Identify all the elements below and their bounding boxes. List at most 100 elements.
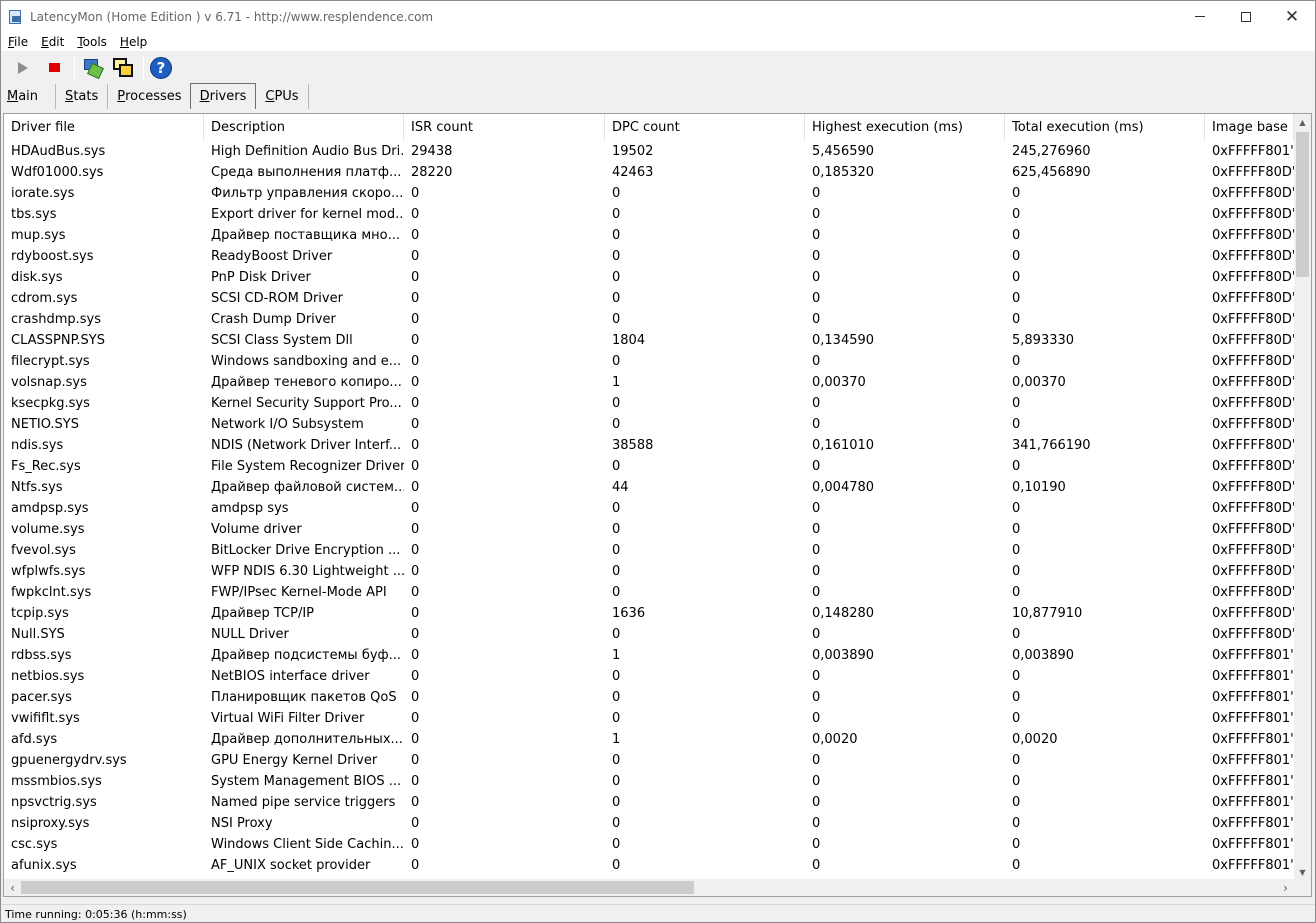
column-header[interactable]: Highest execution (ms) <box>805 114 1005 141</box>
table-cell: 0 <box>1012 522 1021 537</box>
column-header[interactable]: Image base <box>1205 114 1294 141</box>
stop-button[interactable] <box>40 54 68 82</box>
tab-processes[interactable]: Processes <box>108 84 192 109</box>
table-row[interactable]: Null.SYS NULL Driver 0 0 0 0 0xFFFFF80D' <box>4 624 1294 645</box>
table-cell: 0 <box>812 207 821 222</box>
menu-file[interactable]: File <box>6 35 30 49</box>
table-row[interactable]: pacer.sys Планировщик пакетов QoS 0 0 0 0 0xFF… <box>4 687 1294 708</box>
tool-button[interactable] <box>78 54 106 82</box>
menu-tools[interactable]: Tools <box>75 35 109 49</box>
table-cell: 0 <box>612 354 621 369</box>
table-row[interactable]: NETIO.SYS Network I/O Subsystem 0 0 0 0 0xFFFF… <box>4 414 1294 435</box>
column-header[interactable]: Driver file <box>4 114 204 141</box>
table-row[interactable]: HDAudBus.sys High Definition Audio Bus Dr… <box>4 141 1294 162</box>
table-row[interactable]: npsvctrig.sys Named pipe service triggers… <box>4 792 1294 813</box>
scroll-right-icon[interactable]: › <box>1277 879 1294 896</box>
table-cell: 0 <box>411 270 420 285</box>
table-row[interactable]: afd.sys Драйвер дополнительных... 0 1 0,0020… <box>4 729 1294 750</box>
table-row[interactable]: cdrom.sys SCSI CD-ROM Driver 0 0 0 0 0xFFFFF80… <box>4 288 1294 309</box>
table-row[interactable]: csc.sys Windows Client Side Cachin... 0 0 0 0… <box>4 834 1294 855</box>
table-row[interactable]: mup.sys Драйвер поставщика мно... 0 0 0 0 0xFF… <box>4 225 1294 246</box>
table-cell: 0xFFFFF80D' <box>1212 186 1294 201</box>
table-cell: Network I/O Subsystem <box>211 417 364 432</box>
table-row[interactable]: vwififlt.sys Virtual WiFi Filter Driver 0 0… <box>4 708 1294 729</box>
table-row[interactable]: fwpkclnt.sys FWP/IPsec Kernel-Mode API 0 0 0… <box>4 582 1294 603</box>
table-cell: 0xFFFFF80D' <box>1212 543 1294 558</box>
table-row[interactable]: fvevol.sys BitLocker Drive Encryption ...… <box>4 540 1294 561</box>
horizontal-scroll-thumb[interactable] <box>21 881 694 894</box>
column-header[interactable]: DPC count <box>605 114 805 141</box>
table-row[interactable]: gpuenergydrv.sys GPU Energy Kernel Driver… <box>4 750 1294 771</box>
table-cell: 0 <box>411 207 420 222</box>
table-cell: volsnap.sys <box>11 375 87 390</box>
table-row[interactable]: iorate.sys Фильтр управления скоро... 0 0 0 0… <box>4 183 1294 204</box>
table-row[interactable]: nsiproxy.sys NSI Proxy 0 0 0 0 0xFFFFF801'8 <box>4 813 1294 834</box>
table-cell: 0xFFFFF801'8 <box>1212 816 1294 831</box>
tab-drivers[interactable]: Drivers <box>189 83 257 109</box>
table-row[interactable]: tcpip.sys Драйвер TCP/IP 0 1636 0,148280 10,8… <box>4 603 1294 624</box>
table-row[interactable]: mssmbios.sys System Management BIOS ... 0 0… <box>4 771 1294 792</box>
table-row[interactable]: Ntfs.sys Драйвер файловой систем... 0 44 0,0… <box>4 477 1294 498</box>
table-cell: 0,161010 <box>812 438 875 453</box>
table-row[interactable]: disk.sys PnP Disk Driver 0 0 0 0 0xFFFFF80D' <box>4 267 1294 288</box>
menu-edit[interactable]: Edit <box>39 35 66 49</box>
table-row[interactable]: filecrypt.sys Windows sandboxing and e...… <box>4 351 1294 372</box>
table-cell: 0 <box>411 459 420 474</box>
table-cell: 0 <box>411 627 420 642</box>
table-row[interactable]: netbios.sys NetBIOS interface driver 0 0 0 0 0… <box>4 666 1294 687</box>
menu-help[interactable]: Help <box>118 35 149 49</box>
table-cell: 0xFFFFF80D' <box>1212 270 1294 285</box>
table-row[interactable]: Fs_Rec.sys File System Recognizer Driver 0… <box>4 456 1294 477</box>
table-cell: afunix.sys <box>11 858 77 873</box>
table-row[interactable]: afunix.sys AF_UNIX socket provider 0 0 0 0 0xF… <box>4 855 1294 876</box>
horizontal-scrollbar[interactable]: ‹ › <box>4 879 1294 896</box>
drivers-table: Driver file Description ISR count DPC count… <box>3 113 1312 897</box>
table-cell: 0xFFFFF801'8 <box>1212 669 1294 684</box>
tab-stats[interactable]: Stats <box>56 84 109 109</box>
table-cell: 0 <box>612 249 621 264</box>
table-cell: Среда выполнения платф... <box>211 165 402 180</box>
column-header[interactable]: Description <box>204 114 404 141</box>
table-row[interactable]: crashdmp.sys Crash Dump Driver 0 0 0 0 0xFFFFF… <box>4 309 1294 330</box>
start-button[interactable] <box>9 54 37 82</box>
table-cell: 0xFFFFF801'8 <box>1212 690 1294 705</box>
table-cell: 625,456890 <box>1012 165 1091 180</box>
table-row[interactable]: CLASSPNP.SYS SCSI Class System Dll 0 1804 0,… <box>4 330 1294 351</box>
help-button[interactable]: ? <box>147 54 175 82</box>
table-row[interactable]: ndis.sys NDIS (Network Driver Interf... 0 3… <box>4 435 1294 456</box>
table-row[interactable]: rdyboost.sys ReadyBoost Driver 0 0 0 0 0xFFFFF… <box>4 246 1294 267</box>
scroll-left-icon[interactable]: ‹ <box>4 879 21 896</box>
table-cell: 0 <box>411 564 420 579</box>
scroll-up-icon[interactable]: ▲ <box>1294 114 1311 131</box>
table-row[interactable]: amdpsp.sys amdpsp sys 0 0 0 0 0xFFFFF80D' <box>4 498 1294 519</box>
table-row[interactable]: tbs.sys Export driver for kernel mod... 0 0… <box>4 204 1294 225</box>
table-row[interactable]: volume.sys Volume driver 0 0 0 0 0xFFFFF80D' <box>4 519 1294 540</box>
table-cell: 0 <box>1012 858 1021 873</box>
tab-main[interactable]: Main <box>1 84 57 109</box>
table-cell: 0 <box>812 459 821 474</box>
title-bar[interactable]: LatencyMon (Home Edition ) v 6.71 - http… <box>1 1 1315 32</box>
table-row[interactable]: Wdf01000.sys Среда выполнения платф... 282… <box>4 162 1294 183</box>
table-row[interactable]: rdbss.sys Драйвер подсистемы буф... 0 1 0,00… <box>4 645 1294 666</box>
minimize-button[interactable] <box>1177 1 1223 32</box>
menu-help-label: elp <box>128 34 148 49</box>
table-row[interactable]: wfplwfs.sys WFP NDIS 6.30 Lightweight ...… <box>4 561 1294 582</box>
table-cell: 0 <box>411 690 420 705</box>
column-header[interactable]: ISR count <box>404 114 605 141</box>
column-header[interactable]: Total execution (ms) <box>1005 114 1205 141</box>
vertical-scroll-thumb[interactable] <box>1296 132 1309 277</box>
toolbar-separator <box>143 55 144 80</box>
table-cell: Ntfs.sys <box>11 480 63 495</box>
table-cell: 0 <box>411 585 420 600</box>
vertical-scrollbar[interactable]: ▲ ▼ <box>1294 114 1311 881</box>
close-button[interactable]: ✕ <box>1269 1 1315 32</box>
tab-bar: Main Stats Processes Drivers C PUs <box>1 83 1315 109</box>
windows-button[interactable] <box>109 54 137 82</box>
table-cell: 0 <box>812 501 821 516</box>
table-row[interactable]: volsnap.sys Драйвер теневого копиро... 0 1 0… <box>4 372 1294 393</box>
table-cell: 0 <box>812 354 821 369</box>
tab-cpus[interactable]: C PUs <box>256 84 309 109</box>
maximize-button[interactable] <box>1223 1 1269 32</box>
table-cell: afd.sys <box>11 732 58 747</box>
table-row[interactable]: ksecpkg.sys Kernel Security Support Pro..… <box>4 393 1294 414</box>
